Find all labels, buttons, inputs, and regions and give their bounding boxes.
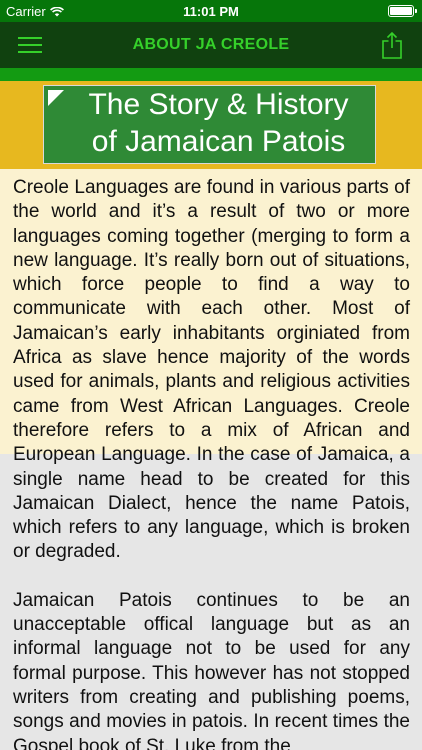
title-line-2: of Jamaican Patois [91, 125, 346, 158]
title-line-1: The Story & History [88, 88, 349, 121]
corner-fold-icon [48, 90, 64, 106]
article-body: Creole Languages are found in various pa… [13, 176, 410, 750]
navigation-bar: ABOUT JA CREOLE [0, 22, 422, 68]
nav-title: ABOUT JA CREOLE [132, 36, 290, 53]
status-time: 11:01 PM [183, 4, 239, 19]
title-banner: The Story & History of Jamaican Patois [43, 85, 376, 164]
article-paragraph-2: Jamaican Patois continues to be an unacc… [13, 589, 410, 750]
battery-icon [388, 5, 417, 17]
share-icon[interactable] [381, 31, 403, 59]
article-paragraph-1: Creole Languages are found in various pa… [13, 177, 410, 563]
accent-strip [0, 68, 422, 81]
status-bar: Carrier 11:01 PM [0, 0, 422, 22]
